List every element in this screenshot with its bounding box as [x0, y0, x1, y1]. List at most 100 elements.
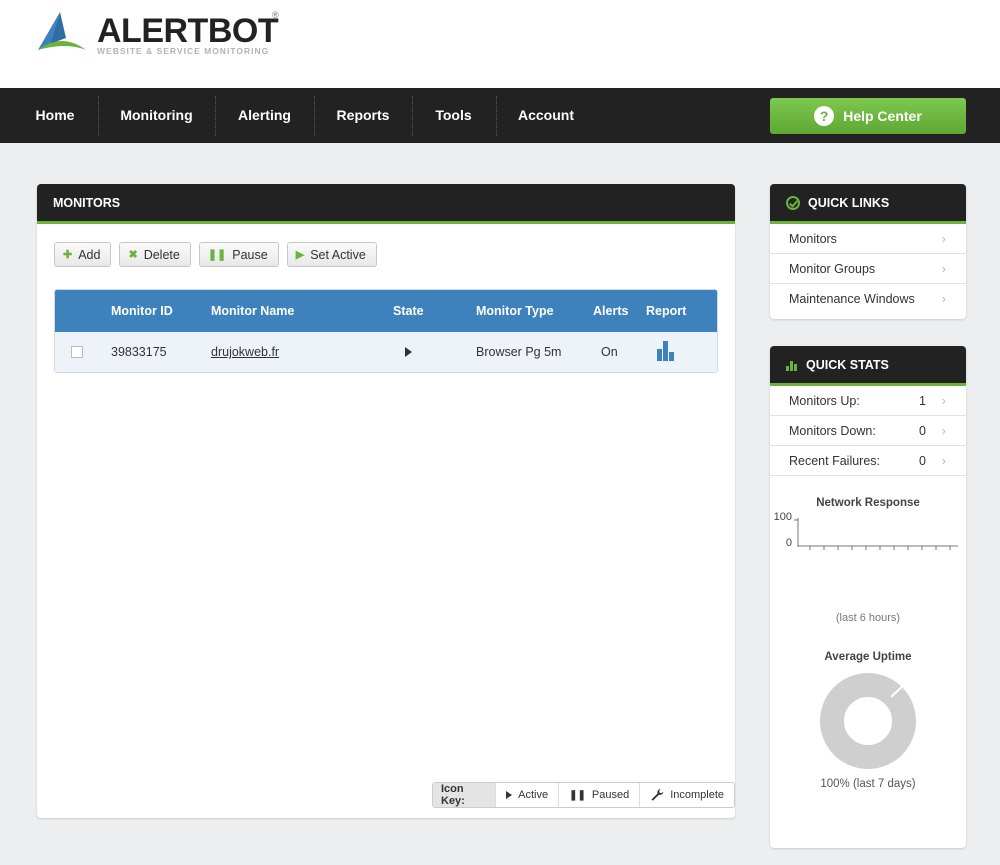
nav-home[interactable]: Home — [22, 88, 88, 143]
set-active-button[interactable]: ▶ Set Active — [286, 242, 377, 267]
average-uptime-title: Average Uptime — [824, 651, 912, 663]
report-chart-icon[interactable] — [657, 341, 675, 361]
quick-links-panel: QUICK LINKS Monitors › Monitor Groups › … — [770, 184, 966, 319]
x-icon: ✖ — [128, 249, 138, 261]
network-response-title: Network Response — [816, 497, 920, 509]
col-report: Report — [646, 304, 687, 318]
add-label: Add — [78, 247, 101, 262]
icon-key-paused: ❚❚ Paused — [558, 783, 639, 807]
nav-reports[interactable]: Reports — [325, 88, 401, 143]
table-header: Monitor ID Monitor Name State Monitor Ty… — [55, 290, 717, 332]
quick-links-title: QUICK LINKS — [808, 195, 890, 210]
logo-mark-icon — [38, 12, 86, 50]
registered-mark: ® — [272, 10, 279, 20]
wrench-icon — [651, 789, 664, 801]
chevron-right-icon: › — [941, 453, 946, 468]
monitor-name-link[interactable]: drujokweb.fr — [211, 332, 279, 372]
nav-divider — [412, 96, 413, 136]
play-icon — [506, 791, 513, 799]
nav-divider — [215, 96, 216, 136]
chevron-right-icon: › — [941, 423, 946, 438]
network-response-chart: 100 0 — [774, 512, 958, 550]
quick-link-label: Monitors — [789, 232, 837, 246]
row-checkbox[interactable] — [71, 346, 83, 358]
stat-label: Monitors Down: — [789, 424, 876, 438]
monitors-title: MONITORS — [53, 195, 121, 210]
delete-label: Delete — [143, 247, 180, 262]
stat-recent-failures[interactable]: Recent Failures: 0 › — [770, 446, 966, 476]
icon-key-paused-label: Paused — [591, 789, 630, 801]
main-nav: Home Monitoring Alerting Reports Tools A… — [0, 88, 1000, 143]
add-button[interactable]: ✚ Add — [54, 242, 112, 267]
quick-link-monitor-groups[interactable]: Monitor Groups › — [770, 254, 966, 284]
alerts-status: On — [601, 345, 618, 359]
monitor-id: 39833175 — [111, 345, 167, 359]
stat-label: Recent Failures: — [789, 454, 881, 468]
logo-tagline: WEBSITE & SERVICE MONITORING — [97, 46, 270, 56]
chevron-right-icon: › — [941, 231, 946, 246]
pause-icon: ❚❚ — [207, 249, 227, 261]
nav-tools[interactable]: Tools — [422, 88, 485, 143]
header: ALERTBOT ® WEBSITE & SERVICE MONITORING — [0, 0, 1000, 88]
pause-icon: ❚❚ — [569, 789, 586, 801]
chevron-right-icon: › — [941, 393, 946, 408]
uptime-donut-chart — [820, 673, 916, 769]
help-center-button[interactable]: ? Help Center — [770, 98, 966, 134]
nav-divider — [98, 96, 99, 136]
quick-link-label: Monitor Groups — [789, 262, 876, 276]
table-row: 39833175 drujokweb.fr Browser Pg 5m On — [55, 332, 717, 372]
y-tick-0: 0 — [786, 537, 792, 549]
quick-stats-panel: QUICK STATS Monitors Up: 1 › Monitors Do… — [770, 346, 966, 848]
chevron-right-icon: › — [941, 261, 946, 276]
check-circle-icon — [786, 195, 800, 210]
stat-value: 0 — [919, 424, 926, 438]
quick-link-monitors[interactable]: Monitors › — [770, 224, 966, 254]
quick-link-maintenance-windows[interactable]: Maintenance Windows › — [770, 284, 966, 314]
col-state[interactable]: State — [393, 290, 424, 332]
nav-account[interactable]: Account — [508, 88, 584, 143]
col-alerts[interactable]: Alerts — [593, 290, 628, 332]
monitors-table: Monitor ID Monitor Name State Monitor Ty… — [54, 289, 718, 373]
chevron-right-icon: › — [941, 291, 946, 306]
stat-monitors-down[interactable]: Monitors Down: 0 › — [770, 416, 966, 446]
active-state-icon — [405, 347, 412, 357]
nav-monitoring[interactable]: Monitoring — [110, 88, 203, 143]
delete-button[interactable]: ✖ Delete — [119, 242, 191, 267]
question-icon: ? — [814, 106, 835, 126]
col-monitor-id[interactable]: Monitor ID — [111, 290, 173, 332]
bar-chart-icon — [786, 359, 798, 371]
monitor-toolbar: ✚ Add ✖ Delete ❚❚ Pause ▶ Set Active — [54, 242, 377, 267]
play-icon: ▶ — [295, 249, 305, 261]
pause-label: Pause — [232, 247, 268, 262]
icon-key-label: Icon Key: — [433, 783, 496, 807]
plus-icon: ✚ — [63, 249, 73, 261]
stat-value: 0 — [919, 454, 926, 468]
icon-key-active: Active — [495, 783, 558, 807]
help-center-label: Help Center — [843, 108, 922, 124]
icon-key: Icon Key: Active ❚❚ Paused Incomplete — [432, 782, 735, 808]
y-tick-100: 100 — [774, 512, 792, 523]
icon-key-incomplete-label: Incomplete — [670, 789, 724, 801]
nav-alerting[interactable]: Alerting — [226, 88, 303, 143]
icon-key-incomplete: Incomplete — [639, 783, 734, 807]
monitors-header: MONITORS — [37, 184, 735, 224]
quick-links-header: QUICK LINKS — [770, 184, 966, 224]
stat-monitors-up[interactable]: Monitors Up: 1 › — [770, 386, 966, 416]
quick-stats-title: QUICK STATS — [806, 357, 889, 372]
nav-divider — [314, 96, 315, 136]
col-monitor-type[interactable]: Monitor Type — [476, 290, 554, 332]
quick-link-label: Maintenance Windows — [789, 292, 915, 306]
nav-divider — [496, 96, 497, 136]
icon-key-active-label: Active — [518, 789, 549, 801]
monitors-panel: MONITORS ✚ Add ✖ Delete ❚❚ Pause ▶ Set A… — [37, 184, 735, 818]
alertbot-logo[interactable]: ALERTBOT ® WEBSITE & SERVICE MONITORING — [36, 10, 286, 60]
pause-button[interactable]: ❚❚ Pause — [198, 242, 279, 267]
col-monitor-name[interactable]: Monitor Name — [211, 290, 294, 332]
stat-value: 1 — [919, 394, 926, 408]
average-uptime-caption: 100% (last 7 days) — [820, 778, 916, 790]
monitor-type: Browser Pg 5m — [476, 345, 562, 359]
stat-label: Monitors Up: — [789, 394, 860, 408]
set-active-label: Set Active — [310, 247, 366, 262]
network-response-caption: (last 6 hours) — [835, 612, 901, 624]
quick-stats-header: QUICK STATS — [770, 346, 966, 386]
